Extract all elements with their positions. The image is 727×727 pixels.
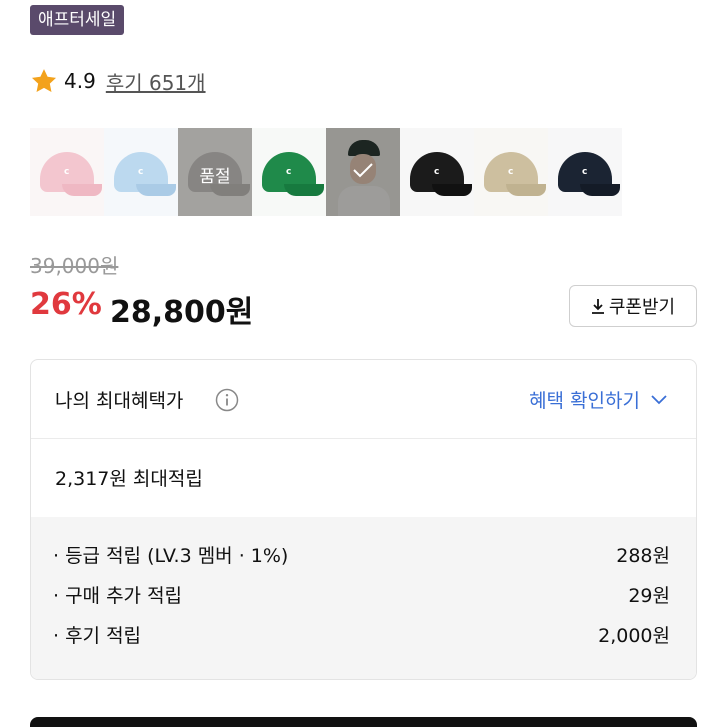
color-options: c c 품절 c c c c xyxy=(30,128,622,216)
color-option-black[interactable]: c xyxy=(400,128,474,216)
color-option-model-dark-green[interactable] xyxy=(326,128,400,216)
check-icon xyxy=(353,163,373,178)
coupon-button-label: 쿠폰받기 xyxy=(608,297,676,318)
points-row-grade: · 등급 적립 (LV.3 멤버 · 1%) 288원 xyxy=(53,541,670,571)
max-benefit-panel: 나의 최대혜택가 혜택 확인하기 2,317원 최대적립 · 등급 적립 (LV… xyxy=(30,359,697,680)
points-row-label: · 후기 적립 xyxy=(53,625,142,647)
points-detail: · 등급 적립 (LV.3 멤버 · 1%) 288원 · 구매 추가 적립 2… xyxy=(31,517,696,679)
download-icon xyxy=(591,299,604,314)
after-sale-badge: 애프터세일 xyxy=(30,5,125,35)
points-row-label: · 구매 추가 적립 xyxy=(53,585,183,607)
color-option-grey[interactable]: 품절 xyxy=(178,128,252,216)
max-points-total: 2,317원 최대적립 xyxy=(55,468,203,490)
benefit-title: 나의 최대혜택가 xyxy=(55,390,184,412)
color-option-pink[interactable]: c xyxy=(30,128,104,216)
coupon-download-button[interactable]: 쿠폰받기 xyxy=(569,285,697,327)
rating-score: 4.9 xyxy=(64,69,96,93)
benefit-toggle-label: 혜택 확인하기 xyxy=(529,390,640,412)
sold-out-label: 품절 xyxy=(199,167,231,187)
color-option-sky-blue[interactable]: c xyxy=(104,128,178,216)
points-row-purchase: · 구매 추가 적립 29원 xyxy=(53,581,670,611)
points-row-value: 288원 xyxy=(616,545,670,567)
points-row-label: · 등급 적립 (LV.3 멤버 · 1%) xyxy=(53,545,289,567)
color-option-green[interactable]: c xyxy=(252,128,326,216)
points-row-value: 29원 xyxy=(628,585,670,607)
chevron-down-icon xyxy=(651,394,667,404)
rating-row: 4.9 후기 651개 xyxy=(30,64,206,98)
color-option-beige[interactable]: c xyxy=(474,128,548,216)
color-option-navy[interactable]: c xyxy=(548,128,622,216)
review-count-link[interactable]: 후기 651개 xyxy=(106,67,206,96)
points-row-review: · 후기 적립 2,000원 xyxy=(53,621,670,651)
original-price: 39,000원 xyxy=(30,254,119,278)
discount-rate: 26% xyxy=(30,287,102,322)
benefit-toggle-button[interactable]: 혜택 확인하기 xyxy=(529,386,668,413)
bottom-action-bar[interactable] xyxy=(30,717,697,727)
info-icon[interactable] xyxy=(215,388,239,412)
star-icon xyxy=(31,69,57,92)
points-row-value: 2,000원 xyxy=(598,625,670,647)
benefit-header: 나의 최대혜택가 혜택 확인하기 xyxy=(31,360,696,439)
sale-price: 28,800원 xyxy=(110,295,254,330)
